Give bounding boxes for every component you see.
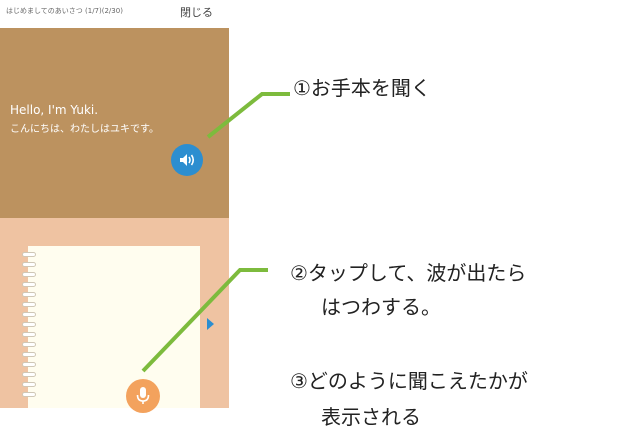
annotation-step-2-line-2: はつわする。	[321, 295, 441, 319]
callout-line-1	[206, 92, 290, 139]
annotation-step-1: ①お手本を聞く	[293, 76, 431, 100]
callout-line-2	[141, 268, 268, 373]
annotation-step-2-line-1: ②タップして、波が出たら	[290, 261, 527, 285]
annotation-step-3-line-2: 表示される	[321, 405, 421, 429]
annotation-step-3-line-1: ③どのように聞こえたかが	[290, 369, 528, 393]
